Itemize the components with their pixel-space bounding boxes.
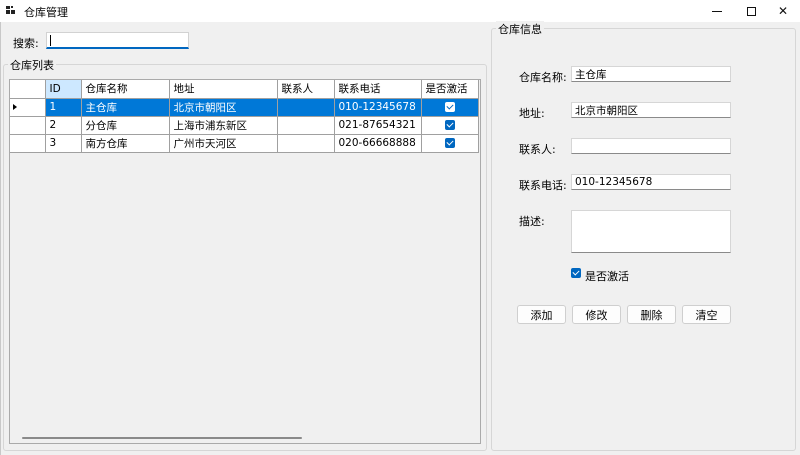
warehouse-grid[interactable]: ID 仓库名称 地址 联系人 联系电话 是否激活 1 主仓库 北京市朝阳区 01… — [9, 79, 481, 444]
row-header[interactable] — [10, 98, 46, 117]
close-icon: ✕ — [777, 4, 789, 18]
warehouse-list-legend: 仓库列表 — [8, 57, 56, 73]
column-header-contact[interactable]: 联系人 — [277, 80, 335, 99]
window-title: 仓库管理 — [24, 6, 68, 19]
horizontal-scrollbar[interactable] — [22, 437, 302, 439]
column-header-name[interactable]: 仓库名称 — [81, 80, 170, 99]
cell-phone[interactable]: 020-66668888 — [334, 134, 422, 153]
cell-name[interactable]: 主仓库 — [81, 98, 170, 117]
cell-phone[interactable]: 021-87654321 — [334, 116, 422, 135]
cell-id[interactable]: 1 — [45, 98, 82, 117]
cell-phone[interactable]: 010-12345678 — [334, 98, 422, 117]
column-header-active[interactable]: 是否激活 — [421, 80, 479, 99]
column-header-phone[interactable]: 联系电话 — [334, 80, 422, 99]
cell-contact[interactable] — [277, 98, 335, 117]
grid-header-row: ID 仓库名称 地址 联系人 联系电话 是否激活 — [10, 80, 479, 99]
table-row[interactable]: 1 主仓库 北京市朝阳区 010-12345678 — [10, 98, 479, 117]
cell-address[interactable]: 广州市天河区 — [169, 134, 278, 153]
column-header-address[interactable]: 地址 — [169, 80, 278, 99]
search-input[interactable] — [46, 32, 189, 49]
active-checkbox[interactable] — [571, 268, 581, 278]
contact-label: 联系人: — [519, 143, 556, 156]
cell-address[interactable]: 上海市浦东新区 — [169, 116, 278, 135]
active-checkbox-label[interactable]: 是否激活 — [585, 268, 629, 284]
text-caret — [50, 35, 51, 46]
table-row[interactable]: 3 南方仓库 广州市天河区 020-66668888 — [10, 134, 479, 153]
grid-corner-cell[interactable] — [10, 80, 46, 99]
column-header-id[interactable]: ID — [45, 80, 82, 99]
phone-label: 联系电话: — [519, 179, 567, 192]
row-header[interactable] — [10, 134, 46, 153]
address-label: 地址: — [519, 107, 545, 120]
app-icon — [6, 6, 16, 16]
contact-field[interactable] — [571, 138, 731, 154]
description-label: 描述: — [519, 215, 545, 228]
name-field[interactable] — [571, 66, 731, 82]
description-field[interactable] — [571, 210, 731, 253]
title-bar: 仓库管理 ✕ — [0, 0, 800, 22]
warehouse-info-legend: 仓库信息 — [496, 21, 544, 37]
row-header[interactable] — [10, 116, 46, 135]
cell-id[interactable]: 3 — [45, 134, 82, 153]
current-row-icon — [13, 104, 17, 110]
close-button[interactable]: ✕ — [766, 0, 800, 22]
cell-name[interactable]: 南方仓库 — [81, 134, 170, 153]
window-edge — [0, 22, 1, 455]
add-button[interactable]: 添加 — [517, 305, 566, 324]
edit-button[interactable]: 修改 — [572, 305, 621, 324]
cell-active[interactable] — [421, 116, 479, 135]
name-label: 仓库名称: — [519, 71, 567, 84]
maximize-button[interactable] — [734, 0, 768, 22]
cell-active[interactable] — [421, 134, 479, 153]
minimize-icon — [712, 10, 722, 12]
checkbox-checked-icon[interactable] — [444, 138, 455, 148]
search-label: 搜索: — [13, 37, 39, 50]
cell-address[interactable]: 北京市朝阳区 — [169, 98, 278, 117]
phone-field[interactable] — [571, 174, 731, 190]
cell-contact[interactable] — [277, 134, 335, 153]
clear-button[interactable]: 清空 — [682, 305, 731, 324]
checkbox-checked-icon[interactable] — [444, 102, 455, 112]
minimize-button[interactable] — [700, 0, 734, 22]
table-row[interactable]: 2 分仓库 上海市浦东新区 021-87654321 — [10, 116, 479, 135]
cell-name[interactable]: 分仓库 — [81, 116, 170, 135]
cell-active[interactable] — [421, 98, 479, 117]
cell-id[interactable]: 2 — [45, 116, 82, 135]
maximize-icon — [746, 6, 756, 16]
cell-contact[interactable] — [277, 116, 335, 135]
delete-button[interactable]: 删除 — [627, 305, 676, 324]
address-field[interactable] — [571, 102, 731, 118]
checkbox-checked-icon[interactable] — [444, 120, 455, 130]
